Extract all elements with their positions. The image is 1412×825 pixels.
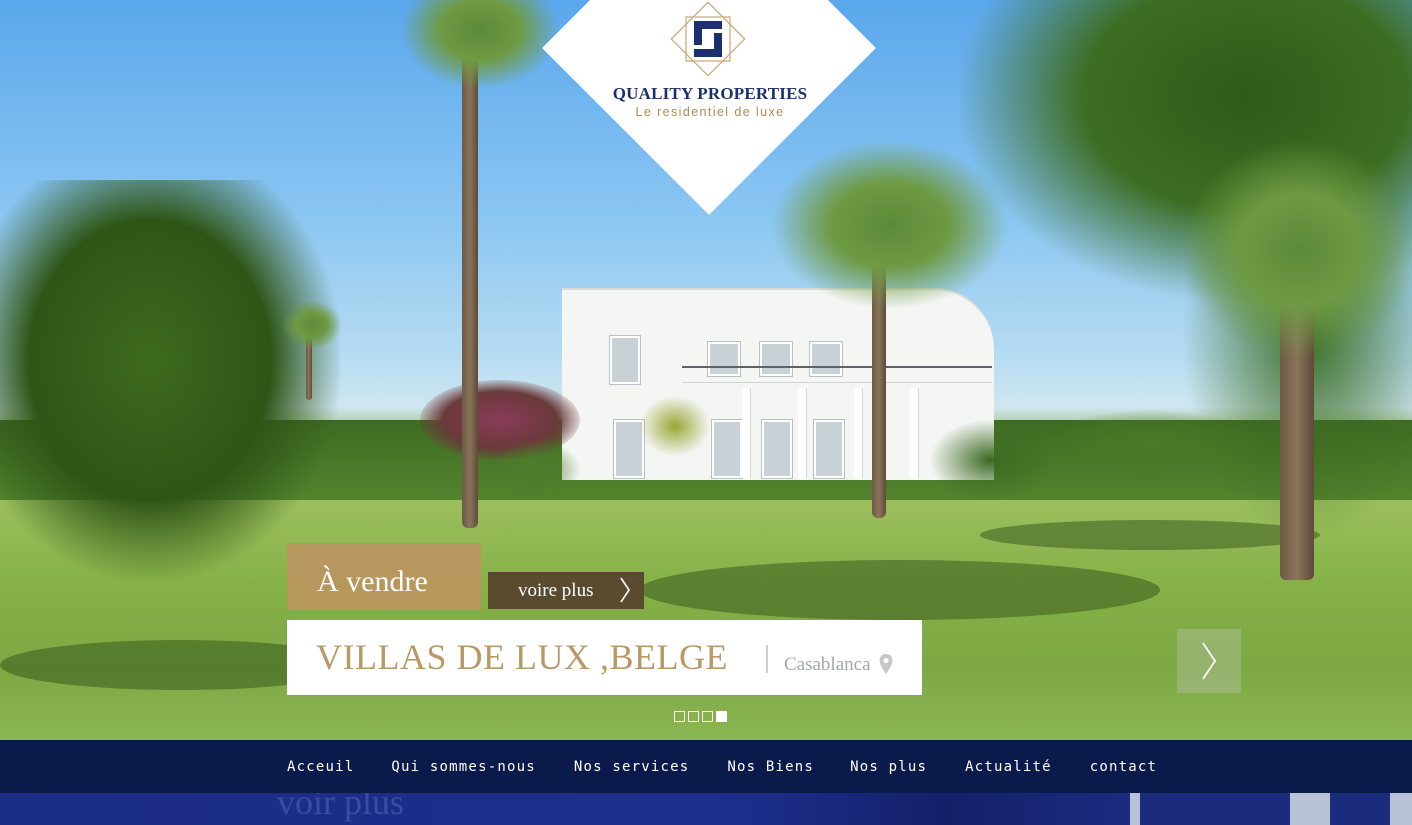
see-more-label: voire plus (518, 580, 594, 601)
map-pin-icon (879, 654, 893, 674)
section-image (1130, 793, 1412, 825)
image-stripe (1330, 793, 1390, 825)
palm-crown (400, 0, 560, 90)
nav-item-qui-sommes-nous[interactable]: Qui sommes-nous (391, 759, 535, 775)
palm-crown (1180, 140, 1412, 360)
property-city: Casablanca (784, 654, 871, 675)
column (742, 388, 750, 478)
section-image (760, 793, 1130, 825)
slider-pagination (674, 711, 727, 725)
window (814, 420, 844, 478)
slider-dot[interactable] (688, 711, 699, 722)
brand-tagline: Le residentiel de luxe (635, 105, 785, 119)
chevron-right-icon (1202, 642, 1217, 680)
slider-dot-active[interactable] (716, 711, 727, 722)
slider-next-button[interactable] (1177, 629, 1241, 693)
column (798, 388, 806, 478)
logo-mark-icon (670, 2, 746, 76)
brand-name: QUALITY PROPERTIES (612, 84, 808, 103)
tree-shadow (640, 560, 1160, 620)
nav-item-actualite[interactable]: Actualité (965, 759, 1052, 775)
nav-item-nos-services[interactable]: Nos services (574, 759, 690, 775)
status-badge: À vendre (287, 543, 481, 610)
tree (0, 180, 340, 580)
villa-image (562, 288, 994, 480)
nav-item-contact[interactable]: contact (1090, 759, 1157, 775)
column (854, 388, 862, 478)
next-section-preview: voir plus (0, 793, 1412, 825)
slider-dot[interactable] (674, 711, 685, 722)
title-divider (766, 645, 768, 673)
window (712, 420, 742, 478)
main-nav: Acceuil Qui sommes-nous Nos services Nos… (0, 740, 1412, 793)
bush (490, 440, 580, 500)
palm-trunk (462, 40, 478, 528)
section-heading: voir plus (277, 793, 405, 822)
bush (1040, 410, 1260, 480)
slider-dot[interactable] (702, 711, 713, 722)
column (910, 388, 918, 478)
bush (930, 420, 1050, 500)
window (610, 336, 640, 384)
nav-item-nos-biens[interactable]: Nos Biens (727, 759, 814, 775)
balcony-rail (682, 366, 992, 383)
chevron-right-icon (620, 577, 630, 603)
nav-item-nos-plus[interactable]: Nos plus (850, 759, 927, 775)
nav-item-acceuil[interactable]: Acceuil (287, 759, 354, 775)
bush (640, 396, 710, 456)
property-title: VILLAS DE LUX ,BELGE (316, 637, 728, 677)
property-title-box[interactable]: VILLAS DE LUX ,BELGE Casablanca (287, 620, 922, 695)
palm-crown (282, 300, 342, 350)
see-more-button[interactable]: voire plus (488, 572, 644, 609)
window (762, 420, 792, 478)
image-stripe (1140, 793, 1290, 825)
